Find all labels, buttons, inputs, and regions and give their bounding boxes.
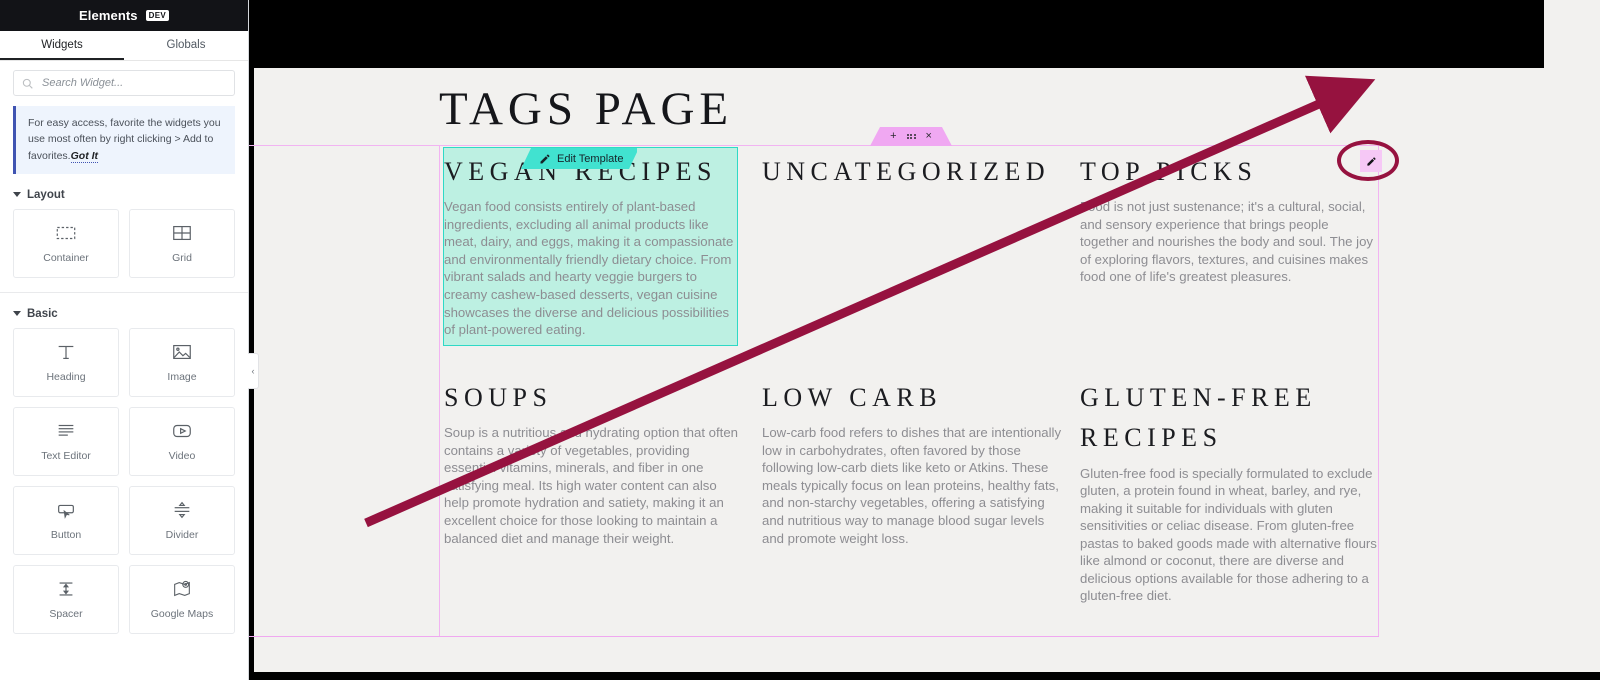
editor-canvas: TAGS PAGE + × Edit Template VEGAN RECIPE… xyxy=(249,0,1600,680)
body-vegan-recipes: Vegan food consists entirely of plant-ba… xyxy=(444,199,734,338)
widget-spacer[interactable]: Spacer xyxy=(13,564,119,634)
column-low-carb: LOW CARB Low-carb food refers to dishes … xyxy=(762,378,1062,547)
dev-badge: DEV xyxy=(145,10,169,21)
panel-collapse-handle[interactable]: ‹ xyxy=(248,353,259,389)
widget-text-editor-label: Text Editor xyxy=(41,450,91,463)
widget-spacer-label: Spacer xyxy=(49,608,83,621)
tab-widgets[interactable]: Widgets xyxy=(0,31,124,60)
favorites-notice: For easy access, favorite the widgets yo… xyxy=(13,106,235,174)
section-layout-label: Layout xyxy=(27,188,65,201)
grid-top-line xyxy=(249,145,1379,146)
image-icon xyxy=(173,345,191,360)
widget-divider-label: Divider xyxy=(165,529,199,542)
widget-text-editor[interactable]: Text Editor xyxy=(13,406,119,476)
section-layout-header[interactable]: Layout xyxy=(13,189,235,201)
widget-image-label: Image xyxy=(167,371,197,384)
button-icon xyxy=(58,505,74,520)
column-vegan-recipes: VEGAN RECIPES Vegan food consists entire… xyxy=(444,152,737,339)
widget-container[interactable]: Container xyxy=(13,208,119,278)
body-soups: Soup is a nutritious and hydrating optio… xyxy=(444,425,738,546)
edit-template-badge[interactable]: Edit Template xyxy=(521,148,638,169)
heading-low-carb: LOW CARB xyxy=(762,383,943,412)
heading-icon xyxy=(58,346,74,360)
section-toolbar: + × xyxy=(870,127,952,146)
spacer-icon xyxy=(59,582,73,596)
heading-gluten-free-recipes: GLUTEN-FREE RECIPES xyxy=(1080,383,1317,453)
add-section-icon[interactable]: + xyxy=(890,131,896,142)
heading-uncategorized: UNCATEGORIZED xyxy=(762,157,1051,186)
canvas-bottom-strip xyxy=(249,672,1600,680)
widget-divider[interactable]: Divider xyxy=(129,485,235,555)
widget-button[interactable]: Button xyxy=(13,485,119,555)
pencil-icon xyxy=(1366,156,1376,166)
search-input[interactable] xyxy=(40,76,226,90)
panel-tabs: Widgets Globals xyxy=(0,31,248,61)
site-header-placeholder xyxy=(254,0,1544,68)
section-basic-label: Basic xyxy=(27,307,58,320)
tab-globals[interactable]: Globals xyxy=(124,31,248,60)
column-gluten-free-recipes: GLUTEN-FREE RECIPES Gluten-free food is … xyxy=(1080,378,1378,605)
layout-widget-grid: Container Grid xyxy=(0,208,248,278)
search-box[interactable] xyxy=(13,70,235,96)
widget-container-label: Container xyxy=(43,252,89,265)
page-title: TAGS PAGE xyxy=(439,83,734,135)
grid-row-line-bottom xyxy=(249,636,1379,637)
grid-column-line-left xyxy=(439,145,440,637)
panel-header: Elements DEV xyxy=(0,0,248,31)
body-gluten-free-recipes: Gluten-free food is specially formulated… xyxy=(1080,465,1377,604)
section-basic-header[interactable]: Basic xyxy=(13,308,235,320)
panel-divider xyxy=(0,291,248,293)
page-body: TAGS PAGE + × Edit Template VEGAN RECIPE… xyxy=(249,68,1544,672)
grid-icon xyxy=(173,226,191,241)
heading-top-picks: TOP PICKS xyxy=(1080,157,1258,186)
divider-icon xyxy=(174,502,190,519)
text-editor-icon xyxy=(58,425,74,437)
got-it-button[interactable]: Got It xyxy=(70,149,99,163)
elements-panel: Elements DEV Widgets Globals For easy ac… xyxy=(0,0,249,680)
widget-google-maps-label: Google Maps xyxy=(150,608,214,621)
elementor-editor: Elements DEV Widgets Globals For easy ac… xyxy=(0,0,1600,680)
column-top-picks: TOP PICKS Food is not just sustenance; i… xyxy=(1080,152,1380,286)
column-uncategorized: UNCATEGORIZED xyxy=(762,152,1062,194)
canvas-right-strip xyxy=(1544,0,1600,672)
widget-button-label: Button xyxy=(50,529,82,542)
widget-grid[interactable]: Grid xyxy=(129,208,235,278)
panel-title: Elements xyxy=(79,8,138,23)
chevron-down-icon xyxy=(13,311,21,317)
body-top-picks: Food is not just sustenance; it's a cult… xyxy=(1080,199,1374,285)
column-soups: SOUPS Soup is a nutritious and hydrating… xyxy=(444,378,741,547)
search-icon xyxy=(22,78,33,89)
chevron-down-icon xyxy=(13,192,21,198)
widget-heading[interactable]: Heading xyxy=(13,327,119,397)
video-icon xyxy=(173,425,191,438)
widget-video-label: Video xyxy=(168,450,196,463)
heading-soups: SOUPS xyxy=(444,383,553,412)
pencil-icon xyxy=(540,154,550,163)
google-maps-icon xyxy=(174,581,190,597)
body-low-carb: Low-carb food refers to dishes that are … xyxy=(762,425,1062,546)
basic-widget-grid: Heading Image Text Editor Video Button D… xyxy=(0,327,248,634)
drag-handle-icon[interactable] xyxy=(906,133,916,140)
container-icon xyxy=(56,227,76,240)
widget-heading-label: Heading xyxy=(46,371,86,384)
widget-grid-label: Grid xyxy=(172,252,192,265)
widget-edit-button[interactable] xyxy=(1360,150,1382,172)
widget-google-maps[interactable]: Google Maps xyxy=(129,564,235,634)
favorites-notice-text: For easy access, favorite the widgets yo… xyxy=(28,117,221,162)
search-widget-wrap xyxy=(0,61,248,96)
edit-template-label: Edit Template xyxy=(557,152,624,165)
widget-video[interactable]: Video xyxy=(129,406,235,476)
widget-image[interactable]: Image xyxy=(129,327,235,397)
close-icon[interactable]: × xyxy=(926,131,932,142)
